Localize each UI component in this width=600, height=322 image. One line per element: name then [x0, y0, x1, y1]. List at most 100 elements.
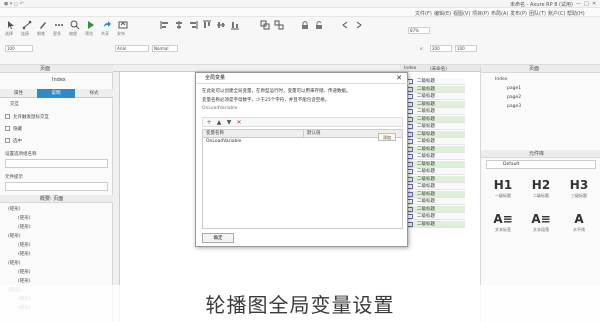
grid-row[interactable]: 二级标题	[405, 108, 465, 115]
more-icon[interactable]	[54, 20, 64, 30]
variable-name-cell[interactable]: OnLoadVariable	[203, 138, 303, 146]
grid-row[interactable]: 二级标题	[405, 130, 465, 138]
menu-edit[interactable]: 编辑(E)	[434, 10, 451, 17]
grid-row[interactable]: 二级标题	[405, 175, 465, 183]
outline-row[interactable]: (矩形)	[0, 241, 113, 250]
grid-row[interactable]: 二级标题	[405, 205, 465, 213]
widget-tile[interactable]: A 水平线	[563, 211, 595, 239]
grid-row[interactable]: 二级标题	[405, 100, 465, 108]
menu-team[interactable]: 团队(T)	[529, 10, 546, 17]
grid-row[interactable]: 二级标题	[405, 93, 465, 100]
align-middle-icon[interactable]	[216, 20, 226, 30]
percent-field[interactable]: 87%	[408, 27, 430, 34]
move-down-icon[interactable]: ▼	[225, 119, 233, 126]
font-family-select[interactable]: Arial	[115, 45, 149, 52]
grid-row[interactable]: 二级标题	[405, 190, 465, 198]
outline-row[interactable]: (矩形)	[0, 214, 113, 223]
delete-variable-icon[interactable]: ✕	[235, 119, 243, 126]
widget-glyph: A	[574, 212, 584, 226]
ok-button[interactable]: 确定	[202, 233, 234, 243]
share-icon[interactable]	[102, 20, 112, 30]
align-top-icon[interactable]	[202, 20, 212, 30]
widget-tile[interactable]: A≡ 文本标签	[487, 211, 519, 239]
maximize-icon[interactable]: □	[584, 1, 589, 7]
tooltip-input[interactable]	[5, 182, 108, 191]
widget-tile[interactable]: H1 一级标题	[487, 177, 519, 205]
lock-icon[interactable]	[300, 20, 310, 30]
outline-row[interactable]: (矩形)	[0, 268, 113, 277]
grid-row[interactable]: 二级标题	[405, 183, 465, 190]
ungroup-icon[interactable]	[274, 20, 284, 30]
page-item[interactable]: Index	[495, 77, 507, 82]
arrange-right-icon[interactable]	[354, 20, 364, 30]
grid-row[interactable]: 二级标题	[405, 213, 465, 220]
grid-row[interactable]: 二级标题	[405, 78, 465, 85]
option-checkbox-2[interactable]	[5, 126, 10, 131]
option-checkbox-1[interactable]	[5, 114, 10, 119]
menu-account[interactable]: 账户(C)	[548, 10, 565, 17]
grid-row[interactable]: 二级标题	[405, 145, 465, 153]
outline-row[interactable]: (矩形)	[0, 259, 113, 268]
grid-row[interactable]: 二级标题	[405, 138, 465, 145]
widget-tile[interactable]: H3 三级标题	[563, 177, 595, 205]
grid-row-label: 二级标题	[417, 146, 435, 152]
widget-tile[interactable]: H2 二级标题	[525, 177, 557, 205]
menu-help[interactable]: 帮助(H)	[567, 10, 585, 17]
page-item[interactable]: page2	[507, 95, 521, 100]
grid-row[interactable]: 二级标题	[405, 160, 465, 168]
grid-row[interactable]: 二级标题	[405, 123, 465, 130]
tab-style[interactable]: 样式	[75, 89, 113, 98]
page-item[interactable]: page3	[507, 104, 521, 109]
add-variable-icon[interactable]: +	[205, 119, 213, 126]
align-bottom-icon[interactable]	[230, 20, 240, 30]
minimize-icon[interactable]: —	[576, 1, 581, 7]
menu-file[interactable]: 文件(F)	[415, 10, 432, 17]
dialog-close-icon[interactable]: ✕	[396, 74, 402, 82]
menu-arrange[interactable]: 布局(A)	[491, 10, 508, 17]
publish-icon[interactable]	[118, 20, 128, 30]
select-icon[interactable]	[6, 20, 16, 30]
grid-row[interactable]: 二级标题	[405, 220, 465, 228]
move-up-icon[interactable]: ▲	[215, 119, 223, 126]
grid-row[interactable]: 二级标题	[405, 168, 465, 175]
library-select[interactable]: Default	[486, 160, 596, 169]
connect-icon[interactable]	[22, 20, 32, 30]
width-field[interactable]: 200	[430, 45, 452, 52]
font-style-select[interactable]: Normal	[152, 45, 178, 52]
tab-notes[interactable]: 说明	[37, 89, 75, 98]
group-name-select[interactable]	[5, 159, 108, 168]
outline-row[interactable]: (矩形)	[0, 232, 113, 241]
option-label-3: 选中	[13, 139, 22, 144]
arrange-left-icon[interactable]	[340, 20, 350, 30]
align-center-icon[interactable]	[174, 20, 184, 30]
align-left-icon[interactable]	[160, 20, 170, 30]
group-icon[interactable]	[260, 20, 270, 30]
menu-view[interactable]: 视图(V)	[453, 10, 470, 17]
quick-access-icons[interactable]: ◼ ▾ ◻ ↶	[4, 1, 24, 7]
page-item[interactable]: page1	[507, 86, 521, 91]
close-window-icon[interactable]: ✕	[592, 1, 596, 7]
canvas-tab-unnamed[interactable]: (未命名)	[430, 66, 447, 72]
unlock-icon[interactable]	[314, 20, 324, 30]
grid-row[interactable]: 二级标题	[405, 115, 465, 123]
outline-row[interactable]: (矩形)	[0, 205, 113, 214]
grid-row[interactable]: 二级标题	[405, 85, 465, 93]
menu-publish[interactable]: 发布(P)	[510, 10, 527, 17]
preview-icon[interactable]	[86, 20, 96, 30]
zoom-icon[interactable]	[70, 20, 80, 30]
tab-properties[interactable]: 属性	[0, 89, 37, 98]
height-field[interactable]: 100	[455, 45, 477, 52]
grid-row[interactable]: 二级标题	[405, 198, 465, 205]
grid-row[interactable]: 二级标题	[405, 153, 465, 160]
menu-project[interactable]: 项目(P)	[472, 10, 489, 17]
pages-header: 页面	[481, 65, 600, 73]
align-right-icon[interactable]	[188, 20, 198, 30]
pen-icon[interactable]	[38, 20, 48, 30]
page-title: Index	[52, 77, 66, 83]
option-checkbox-3[interactable]	[5, 138, 10, 143]
outline-row[interactable]: (矩形)	[0, 223, 113, 232]
outline-row[interactable]: (矩形)	[0, 250, 113, 259]
widget-tile[interactable]: A≡ 文本段落	[525, 211, 557, 239]
zoom-field[interactable]: 100	[5, 45, 33, 52]
canvas-tab-index[interactable]: Index	[404, 66, 416, 71]
